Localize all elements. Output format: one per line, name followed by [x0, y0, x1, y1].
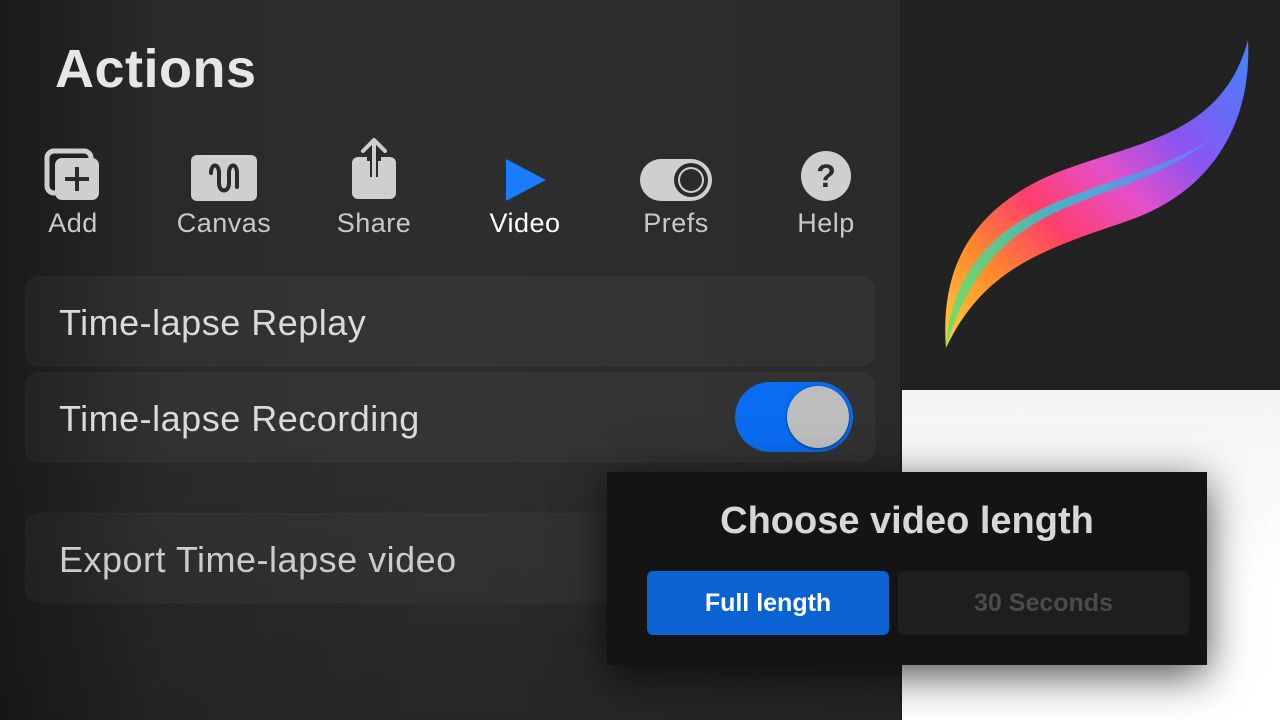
timelapse-recording-toggle[interactable]	[735, 382, 853, 452]
toggle-icon	[640, 159, 712, 201]
tab-label-add: Add	[48, 208, 98, 238]
svg-text:?: ?	[816, 158, 836, 194]
dialog-title: Choose video length	[720, 500, 1094, 542]
canvas-icon	[191, 155, 257, 201]
tab-video[interactable]: Video	[465, 128, 585, 248]
tab-help[interactable]: ? Help	[766, 128, 886, 248]
tab-label-help: Help	[797, 208, 855, 238]
tab-label-canvas: Canvas	[176, 208, 272, 238]
row-label: Time-lapse Recording	[59, 398, 420, 439]
tab-label-prefs: Prefs	[643, 208, 709, 238]
add-icon	[44, 148, 99, 200]
thirty-seconds-button[interactable]: 30 Seconds	[898, 571, 1189, 635]
timelapse-replay-row[interactable]: Time-lapse Replay	[25, 276, 875, 366]
tab-add[interactable]: Add	[13, 128, 133, 248]
help-icon: ?	[801, 151, 851, 201]
tab-label-share: Share	[336, 208, 412, 238]
tab-prefs[interactable]: Prefs	[616, 128, 736, 248]
row-label: Time-lapse Replay	[59, 302, 367, 343]
timelapse-recording-row: Time-lapse Recording	[25, 372, 875, 462]
panel-title: Actions	[55, 39, 257, 99]
row-label: Export Time-lapse video	[59, 539, 457, 580]
tab-share[interactable]: Share	[314, 128, 434, 248]
video-length-dialog: Choose video length Full length 30 Secon…	[607, 472, 1207, 665]
toggle-knob	[787, 386, 849, 448]
tab-canvas[interactable]: Canvas	[164, 128, 284, 248]
full-length-button[interactable]: Full length	[647, 571, 889, 635]
share-icon	[352, 138, 396, 199]
play-icon	[506, 159, 546, 201]
tab-label-video: Video	[489, 208, 561, 238]
procreate-logo	[945, 40, 1249, 348]
